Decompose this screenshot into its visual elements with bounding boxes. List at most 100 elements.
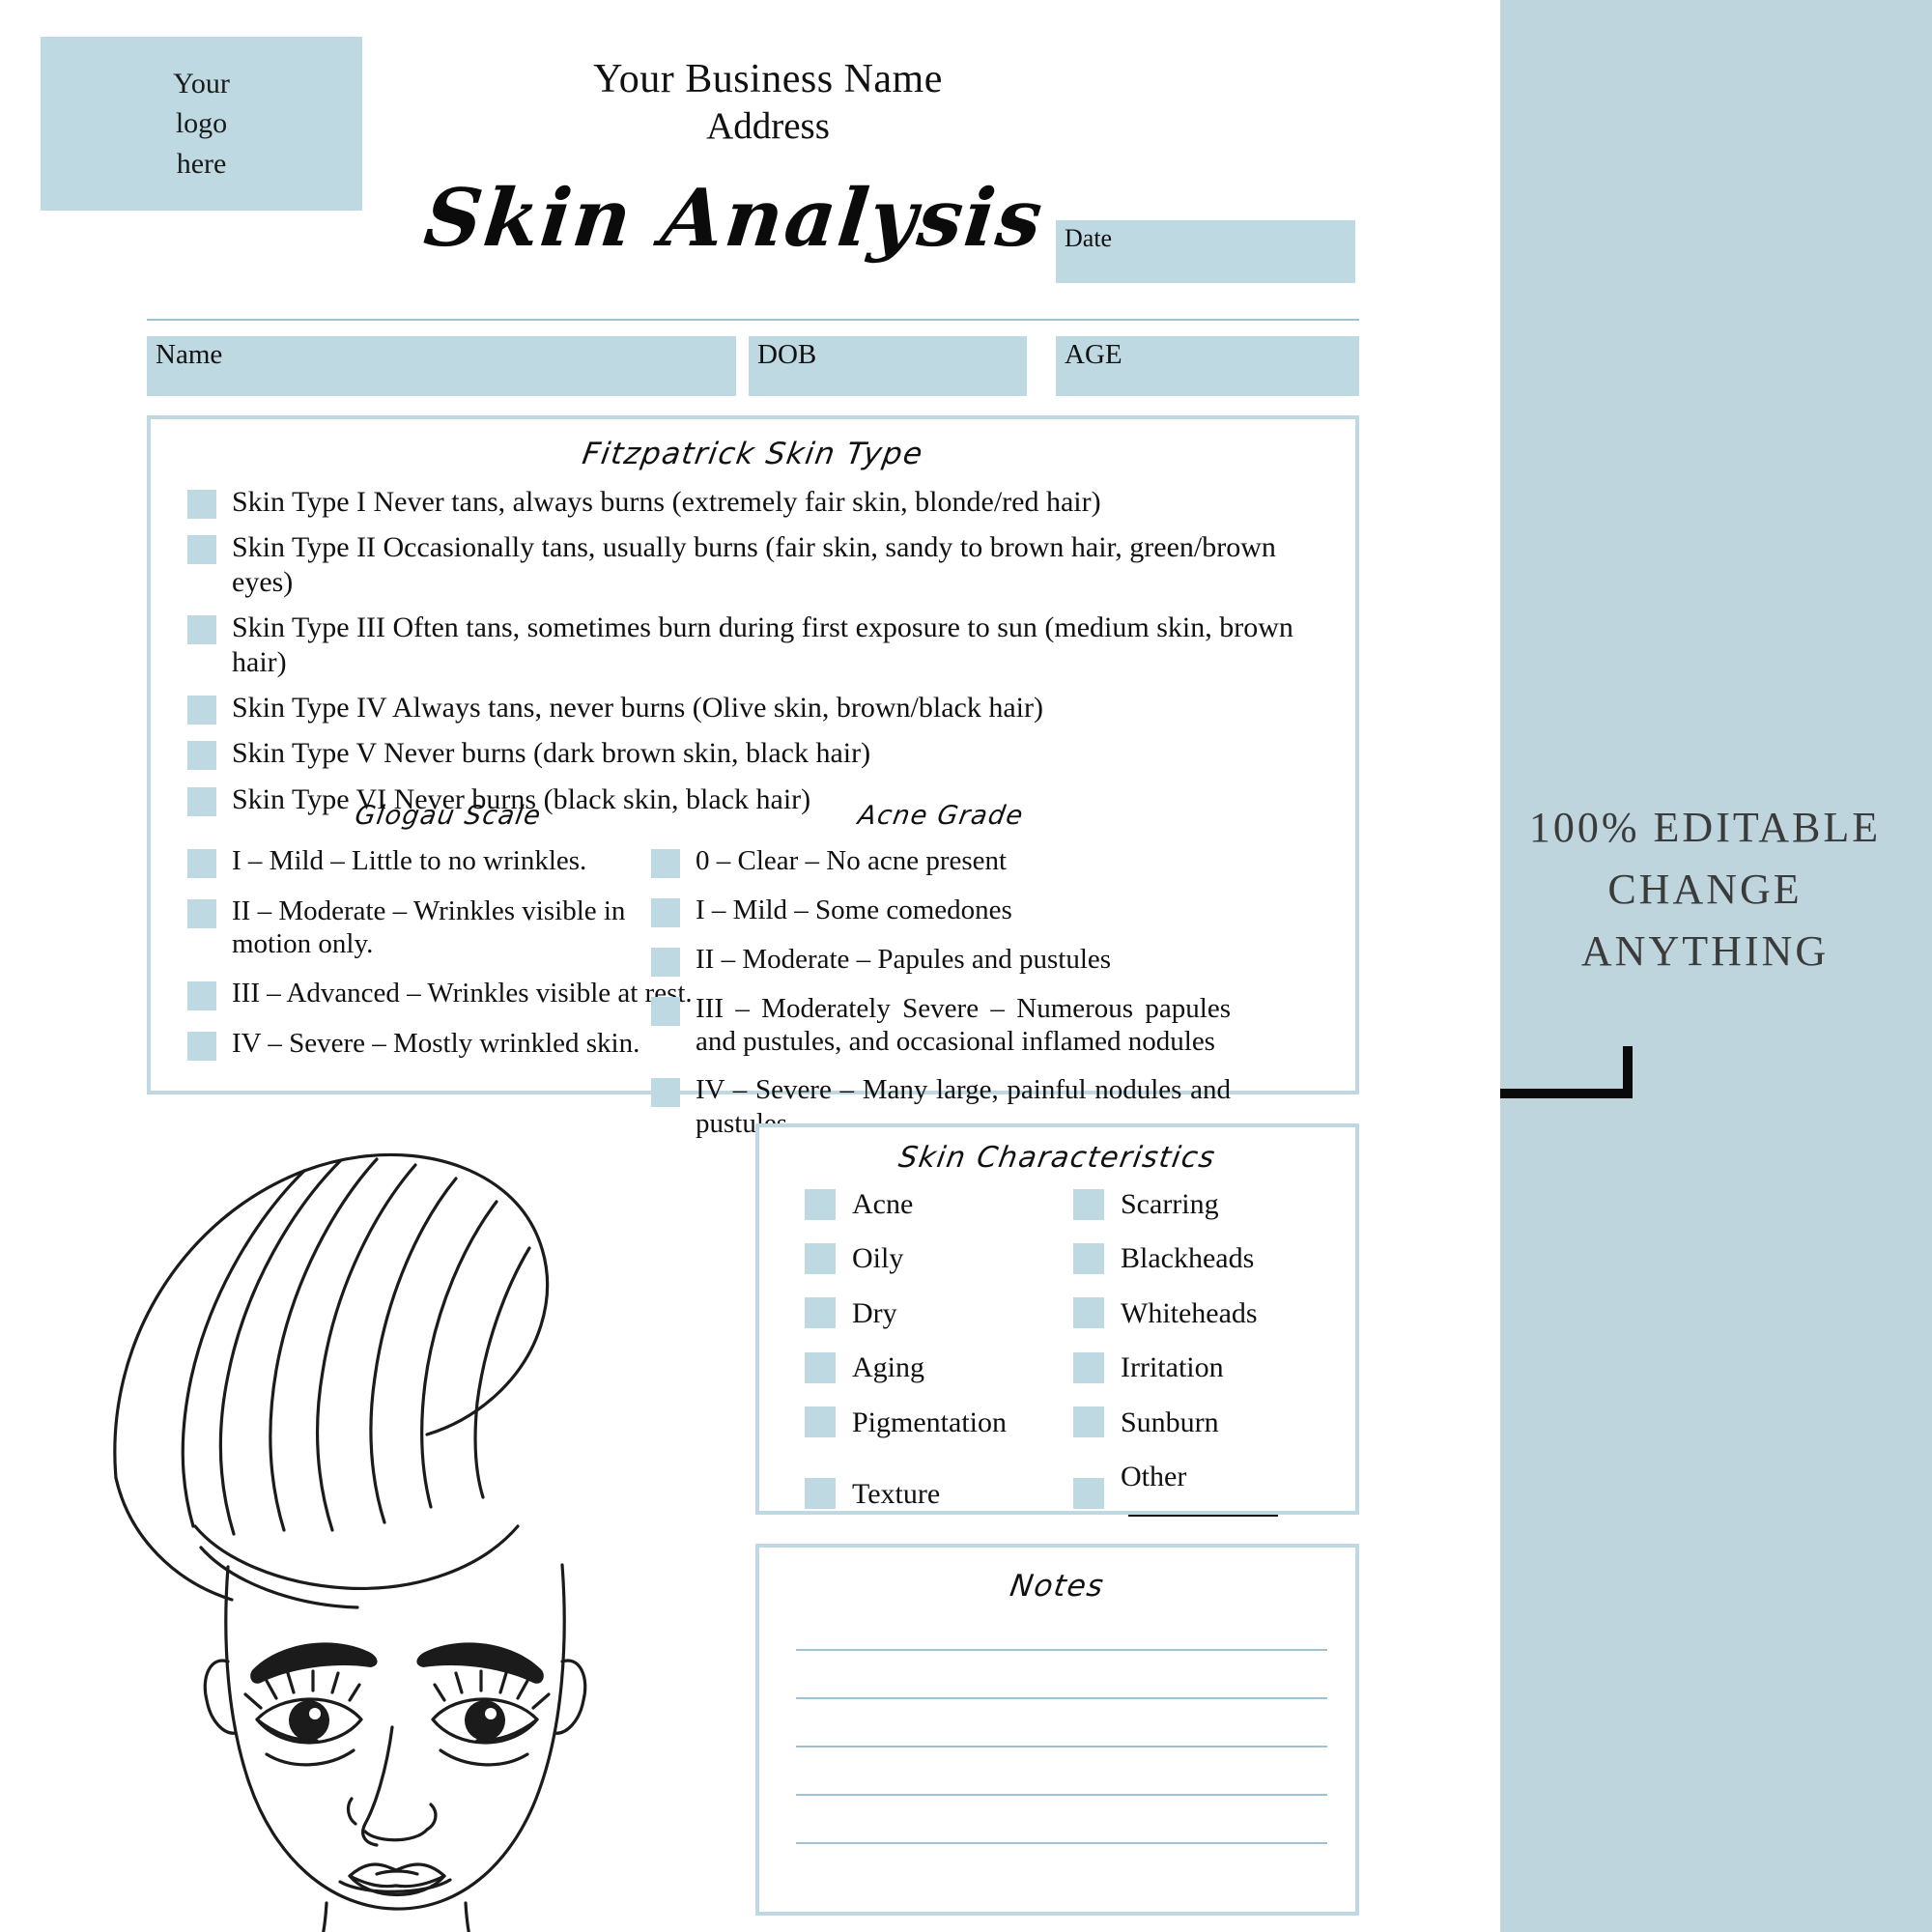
list-item[interactable]: III – Moderately Severe – Numerous papul…	[651, 992, 1231, 1058]
glogau-column: Glogau Scale I – Mild – Little to no wri…	[187, 801, 709, 1077]
acne-grade-heading: Acne Grade	[856, 801, 1026, 831]
face-illustration	[113, 1152, 587, 1932]
business-address: Address	[706, 104, 830, 147]
list-item[interactable]: IV – Severe – Mostly wrinkled skin.	[187, 1027, 709, 1062]
list-item[interactable]: II – Moderate – Papules and pustules	[651, 943, 1231, 977]
note-line[interactable]	[796, 1697, 1327, 1699]
acne-grade-column: Acne Grade 0 – Clear – No acne present I…	[651, 801, 1231, 1155]
promo-line-3: ANYTHING	[1580, 926, 1830, 975]
list-item[interactable]: Acne	[805, 1187, 1058, 1221]
list-item[interactable]: I – Mild – Little to no wrinkles.	[187, 844, 709, 878]
list-item[interactable]: Aging	[805, 1350, 1058, 1384]
checkbox-icon[interactable]	[1073, 1478, 1104, 1510]
header-divider	[147, 319, 1359, 321]
promo-text-block: 100% EDITABLE CHANGE ANYTHING	[1478, 797, 1932, 981]
fitzpatrick-item-1: Skin Type I Never tans, always burns (ex…	[232, 486, 1101, 518]
checkbox-icon[interactable]	[805, 1351, 836, 1383]
logo-placeholder[interactable]: Your logo here	[41, 37, 362, 211]
list-item[interactable]: Skin Type III Often tans, sometimes burn…	[187, 611, 1327, 679]
list-item[interactable]: Skin Type II Occasionally tans, usually …	[187, 530, 1327, 599]
skin-characteristics-heading: Skin Characteristics	[895, 1141, 1219, 1175]
checkbox-icon[interactable]	[187, 695, 216, 724]
list-item[interactable]: 0 – Clear – No acne present	[651, 844, 1231, 878]
checkbox-icon[interactable]	[651, 997, 680, 1026]
checkbox-icon[interactable]	[651, 898, 680, 927]
list-item[interactable]: III – Advanced – Wrinkles visible at res…	[187, 977, 709, 1011]
list-item[interactable]: II – Moderate – Wrinkles visible in moti…	[187, 895, 709, 960]
acne-item-2: I – Mild – Some comedones	[696, 895, 1012, 925]
list-item[interactable]: Skin Type V Never burns (dark brown skin…	[187, 736, 1327, 771]
skin-characteristics-grid: Acne Scarring Oily Blackheads Dry Whiteh…	[805, 1187, 1326, 1548]
note-line[interactable]	[796, 1842, 1327, 1844]
acne-item-4: III – Moderately Severe – Numerous papul…	[696, 993, 1231, 1058]
list-item[interactable]: Skin Type I Never tans, always burns (ex…	[187, 485, 1327, 519]
age-field[interactable]: AGE	[1056, 336, 1359, 396]
list-item[interactable]: Texture	[805, 1460, 1058, 1528]
checkbox-icon[interactable]	[187, 490, 216, 519]
checkbox-icon[interactable]	[187, 981, 216, 1011]
checkbox-icon[interactable]	[1073, 1188, 1104, 1220]
checkbox-icon[interactable]	[187, 741, 216, 771]
note-line[interactable]	[796, 1746, 1327, 1747]
note-line[interactable]	[796, 1649, 1327, 1651]
list-item[interactable]: Oily	[805, 1241, 1058, 1275]
checkbox-icon[interactable]	[805, 1406, 836, 1438]
checkbox-icon[interactable]	[1073, 1406, 1104, 1438]
checkbox-icon[interactable]	[651, 849, 680, 878]
page-title: Skin Analysis	[419, 172, 1049, 265]
characteristic-scarring: Scarring	[1121, 1188, 1219, 1220]
checkbox-icon[interactable]	[805, 1243, 836, 1275]
list-item[interactable]: Irritation	[1073, 1350, 1326, 1384]
checkbox-icon[interactable]	[187, 615, 216, 645]
promo-line-2: CHANGE	[1607, 865, 1803, 913]
glogau-item-2: II – Moderate – Wrinkles visible in moti…	[232, 895, 626, 960]
characteristic-irritation: Irritation	[1121, 1351, 1224, 1384]
list-item[interactable]: Skin Type IV Always tans, never burns (O…	[187, 691, 1327, 724]
assessment-panel: Fitzpatrick Skin Type Skin Type I Never …	[147, 415, 1359, 1139]
glogau-item-3: III – Advanced – Wrinkles visible at res…	[232, 978, 693, 1009]
list-item[interactable]: Blackheads	[1073, 1241, 1326, 1275]
list-item[interactable]: Other	[1073, 1460, 1326, 1528]
checkbox-icon[interactable]	[187, 535, 216, 565]
list-item[interactable]: Whiteheads	[1073, 1296, 1326, 1330]
checkbox-icon[interactable]	[187, 849, 216, 878]
checkbox-icon[interactable]	[1073, 1297, 1104, 1329]
checkbox-icon[interactable]	[651, 948, 680, 977]
characteristic-pigmentation: Pigmentation	[852, 1406, 1007, 1438]
characteristic-other-input[interactable]	[1128, 1515, 1278, 1518]
checkbox-icon[interactable]	[805, 1188, 836, 1220]
characteristic-oily: Oily	[852, 1242, 904, 1275]
glogau-heading: Glogau Scale	[353, 801, 544, 831]
skin-characteristics-panel: Skin Characteristics Acne Scarring Oily …	[755, 1123, 1359, 1518]
notes-heading: Notes	[1008, 1569, 1107, 1604]
list-item[interactable]: Dry	[805, 1296, 1058, 1330]
date-field[interactable]: Date	[1056, 220, 1355, 283]
characteristic-acne: Acne	[852, 1188, 914, 1220]
dob-field[interactable]: DOB	[749, 336, 1027, 396]
fitzpatrick-item-3: Skin Type III Often tans, sometimes burn…	[232, 611, 1293, 678]
notes-lines[interactable]	[796, 1649, 1327, 1890]
notes-panel: Notes	[755, 1544, 1359, 1916]
checkbox-icon[interactable]	[1073, 1243, 1104, 1275]
checkbox-icon[interactable]	[1073, 1351, 1104, 1383]
checkbox-icon[interactable]	[187, 899, 216, 928]
checkbox-icon[interactable]	[805, 1478, 836, 1510]
checkbox-icon[interactable]	[805, 1297, 836, 1329]
list-item[interactable]: Scarring	[1073, 1187, 1326, 1221]
acne-item-1: 0 – Clear – No acne present	[696, 845, 1008, 876]
characteristic-texture: Texture	[852, 1477, 941, 1510]
note-line[interactable]	[796, 1794, 1327, 1796]
list-item[interactable]: I – Mild – Some comedones	[651, 894, 1231, 927]
form-sheet: Your logo here Your Business Name Addres…	[0, 0, 1500, 1932]
dob-field-label: DOB	[757, 339, 817, 370]
fitzpatrick-heading: Fitzpatrick Skin Type	[580, 437, 926, 471]
list-item[interactable]: Pigmentation	[805, 1406, 1058, 1439]
logo-line-3: here	[176, 147, 227, 180]
date-field-label: Date	[1065, 224, 1113, 252]
checkbox-icon[interactable]	[187, 1032, 216, 1062]
name-field[interactable]: Name	[147, 336, 736, 396]
glogau-item-1: I – Mild – Little to no wrinkles.	[232, 845, 587, 876]
characteristic-sunburn: Sunburn	[1121, 1406, 1219, 1438]
age-field-label: AGE	[1065, 339, 1122, 370]
list-item[interactable]: Sunburn	[1073, 1406, 1326, 1439]
